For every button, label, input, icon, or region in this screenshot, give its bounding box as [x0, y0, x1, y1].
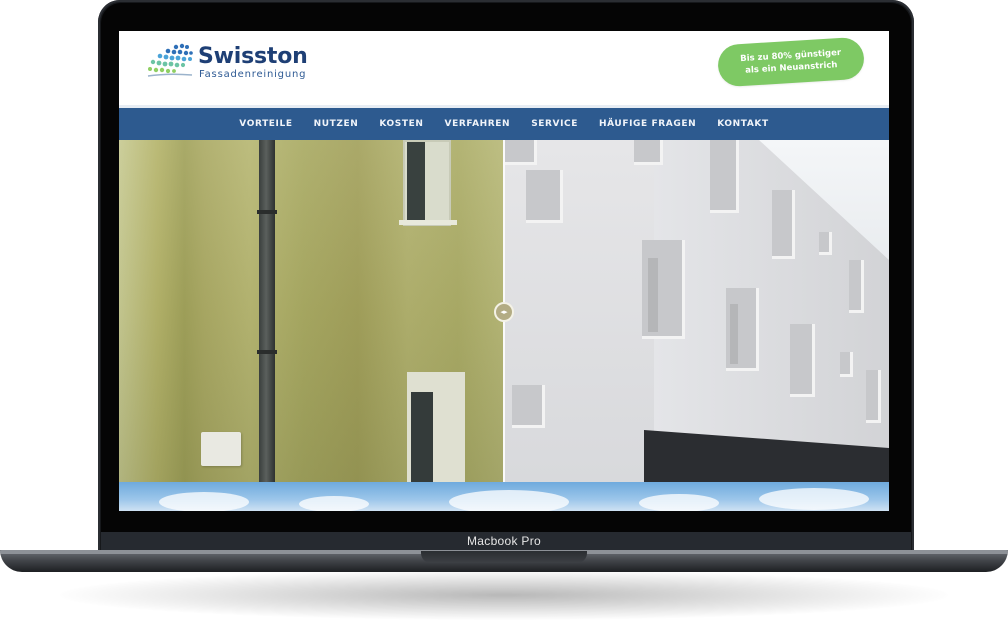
nav-item-vorteile[interactable]: VORTEILE [229, 119, 303, 129]
wall-box [201, 432, 241, 466]
left-right-arrows-icon[interactable]: ◂▸ [494, 302, 514, 322]
brand-name: Swisston [198, 44, 308, 69]
window [504, 140, 537, 165]
device-model-label: Macbook Pro [467, 534, 541, 548]
window [790, 324, 815, 397]
window [849, 260, 864, 313]
nav-item-haeufige-fragen[interactable]: HÄUFIGE FRAGEN [589, 119, 707, 129]
logo-dots-icon [147, 43, 193, 77]
window [710, 140, 739, 213]
nav-item-service[interactable]: SERVICE [521, 119, 589, 129]
window [866, 370, 881, 423]
window [512, 385, 545, 428]
window [726, 288, 759, 371]
laptop-notch [421, 551, 587, 563]
site-header: Swisston Fassadenreinigung Bis zu 80% gü… [119, 31, 889, 105]
nav-item-verfahren[interactable]: VERFAHREN [434, 119, 521, 129]
window [407, 372, 465, 482]
sky-banner [119, 482, 889, 511]
nav-item-kosten[interactable]: KOSTEN [369, 119, 434, 129]
window [840, 352, 853, 377]
before-after-slider[interactable]: ◂▸ [119, 140, 889, 482]
brand-subtitle: Fassadenreinigung [199, 69, 307, 80]
window [772, 190, 795, 259]
site-logo[interactable]: Swisston Fassadenreinigung [146, 43, 316, 83]
browser-viewport: Swisston Fassadenreinigung Bis zu 80% gü… [119, 31, 889, 511]
after-image [504, 140, 889, 482]
window [819, 232, 832, 255]
promo-badge[interactable]: Bis zu 80% günstiger als ein Neuanstrich [716, 36, 866, 88]
before-image [119, 140, 504, 482]
device-shadow [60, 570, 948, 620]
drainpipe [259, 140, 275, 482]
main-navigation: VORTEILE NUTZEN KOSTEN VERFAHREN SERVICE… [119, 105, 889, 140]
window [642, 240, 685, 339]
nav-item-kontakt[interactable]: KONTAKT [707, 119, 779, 129]
window [634, 140, 663, 165]
window [399, 140, 457, 226]
window [526, 170, 563, 223]
nav-item-nutzen[interactable]: NUTZEN [303, 119, 369, 129]
